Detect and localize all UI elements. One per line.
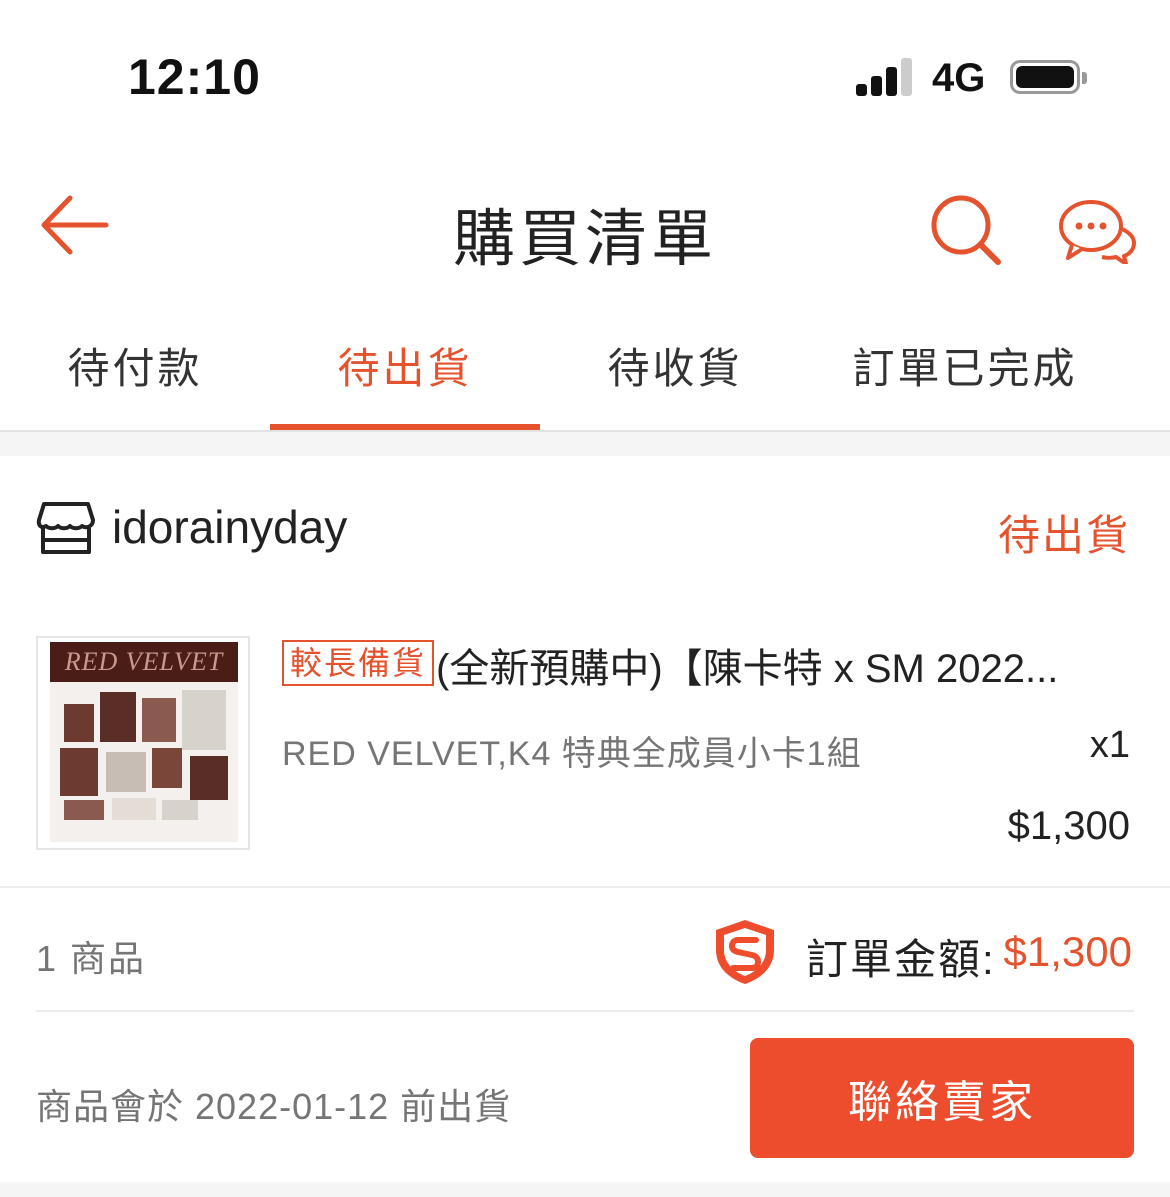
tab-completed[interactable]: 訂單已完成 [820,300,1110,430]
product-variant: RED VELVET,K4 特典全成員小卡1組 [282,735,862,773]
shipping-deadline-note: 商品會於 2022-01-12 前出貨 [36,1086,512,1127]
long-preparation-tag: 較長備貨 [282,640,435,686]
status-bar: 12:10 4G [0,0,1170,150]
order-card[interactable]: idorainyday 待出貨 RED VELVET 較長備貨 (全新預購中)【… [0,456,1170,1182]
battery-icon [1010,60,1087,94]
product-price: $1,300 [1007,804,1130,848]
contact-seller-button[interactable]: 聯絡賣家 [750,1038,1134,1158]
top-navbar: 購買清單 [0,150,1170,300]
shop-icon [36,500,96,556]
signal-icon [856,58,916,96]
divider [0,886,1170,888]
tab-to-receive[interactable]: 待收貨 [540,300,810,430]
search-icon[interactable] [928,192,1004,268]
shop-header[interactable]: idorainyday 待出貨 [0,456,1170,596]
tab-to-pay[interactable]: 待付款 [0,300,270,430]
tab-to-ship[interactable]: 待出貨 [270,300,540,430]
order-tabs: 待付款 待出貨 待收貨 訂單已完成 [0,300,1170,432]
active-tab-indicator [270,424,540,430]
network-type: 4G [932,56,986,100]
order-total-value: $1,300 [1003,928,1132,975]
order-status: 待出貨 [997,512,1130,559]
product-quantity: x1 [1089,724,1130,766]
order-total-label: 訂單金額: [806,936,996,983]
shield-icon [712,918,778,986]
product-image-collage [50,682,238,842]
product-image-banner: RED VELVET [50,642,238,682]
shop-name[interactable]: idorainyday [112,500,347,554]
product-title[interactable]: (全新預購中)【陳卡特 x SM 2022... [436,636,1116,694]
chat-icon[interactable] [1058,198,1138,266]
status-time: 12:10 [128,49,261,105]
item-count: 1 商品 [36,938,147,979]
product-image[interactable]: RED VELVET [36,636,250,850]
divider [36,1010,1134,1012]
